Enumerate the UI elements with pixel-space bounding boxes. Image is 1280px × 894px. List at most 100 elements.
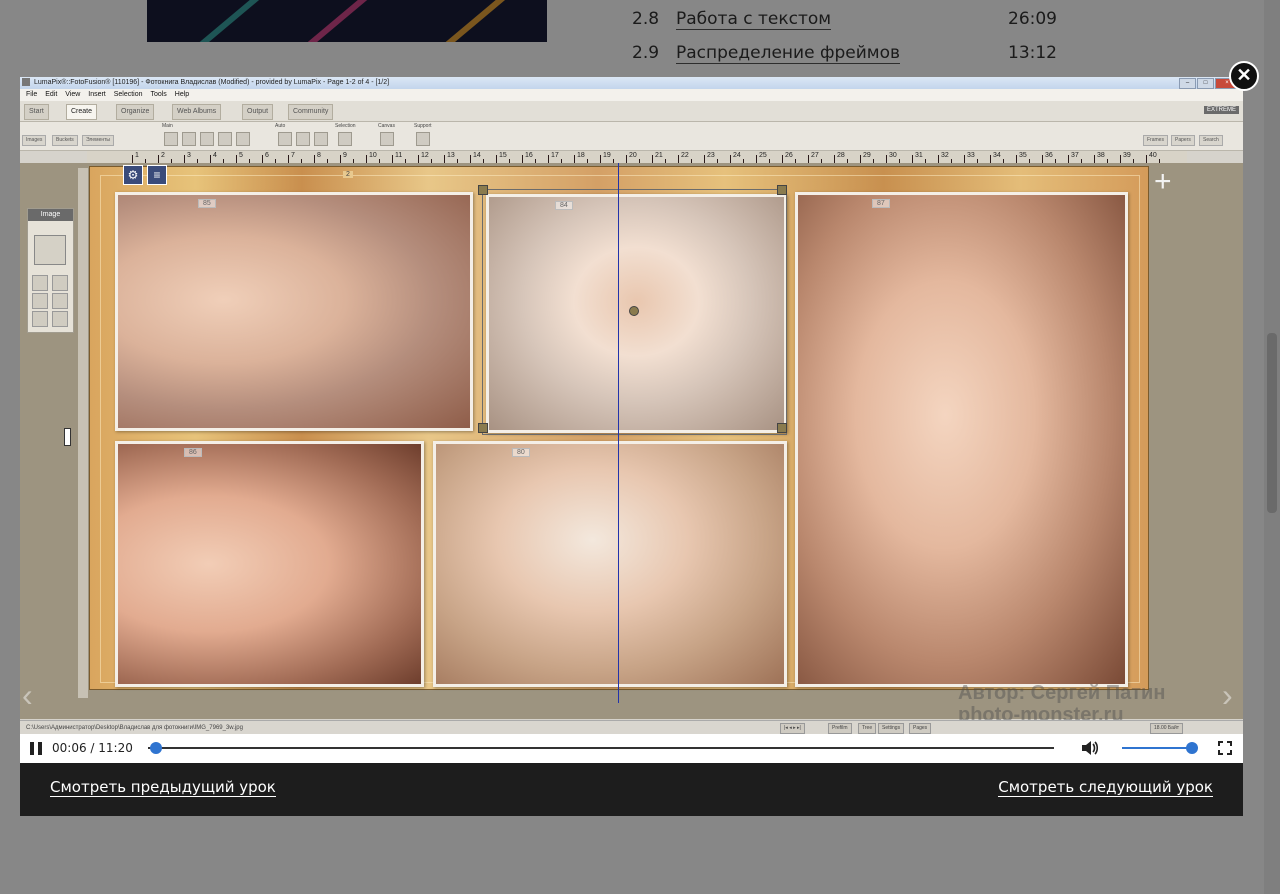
modal-footer: Смотреть предыдущий урок Смотреть следую…: [20, 763, 1243, 816]
selection-handle: [777, 185, 787, 195]
toolbar-tool-icon: [296, 132, 310, 146]
app-statusbar: C:\Users\Администратор\Desktop\Владислав…: [20, 720, 1243, 735]
next-arrow-icon[interactable]: ›: [1222, 677, 1233, 714]
center-guide-line: [618, 163, 619, 703]
ruler-tick: [600, 155, 601, 163]
ruler-tick: [990, 155, 991, 163]
volume-knob[interactable]: [1186, 742, 1198, 754]
time-display: 00:06 / 11:20: [52, 741, 133, 755]
panel-tab-frames: Frames: [1143, 135, 1168, 146]
ruler-tick: [626, 155, 627, 163]
app-tab-community: Community: [288, 104, 334, 120]
rotate-icon: [52, 275, 68, 291]
prev-arrow-icon[interactable]: ‹: [22, 677, 33, 714]
ruler-label: 13: [447, 152, 455, 159]
text-tool-icon: [32, 311, 48, 327]
status-tree: Tree: [858, 723, 877, 734]
ruler-label: 7: [291, 152, 295, 159]
ruler-tick: [730, 155, 731, 163]
ruler-tick: [366, 155, 367, 163]
ruler-tick: [158, 155, 159, 163]
add-page-icon: +: [1154, 165, 1172, 198]
ruler-tick: [210, 155, 211, 163]
ruler-label: 31: [915, 152, 923, 159]
ruler-tick: [392, 155, 393, 163]
gear-icon: ⚙: [123, 165, 143, 185]
video-frame[interactable]: LumaPix®::FotoFusion® [110196] - Фотокни…: [20, 77, 1243, 763]
ruler-tick: [834, 155, 835, 163]
current-time: 00:06: [52, 741, 87, 755]
ruler-tick: [1120, 155, 1121, 163]
photo-tag: 80: [512, 448, 530, 457]
close-icon[interactable]: ✕: [1229, 61, 1259, 91]
ruler-label: 29: [863, 152, 871, 159]
zoom-value: 18.00 Байт: [1150, 723, 1184, 734]
app-title-bar: LumaPix®::FotoFusion® [110196] - Фотокни…: [20, 77, 1243, 89]
vertical-ruler: [78, 168, 88, 698]
toolbar-group-auto: Auto: [275, 123, 286, 129]
photo-frame: 87: [795, 192, 1128, 687]
panel-tab-elements: Элементы: [82, 135, 114, 146]
ruler-label: 1: [135, 152, 139, 159]
total-time: 11:20: [98, 741, 133, 755]
ruler-label: 40: [1149, 152, 1157, 159]
ruler-label: 10: [369, 152, 377, 159]
toolbar-tool-icon: [182, 132, 196, 146]
tool-icon: [32, 293, 48, 309]
app-tab-web-albums: Web Albums: [172, 104, 222, 120]
ruler-tick: [808, 155, 809, 163]
status-nav-icons: |◂ ◂ ▸ ▸|: [780, 723, 805, 734]
maximize-icon: □: [1197, 78, 1214, 89]
status-settings: Settings: [878, 723, 905, 734]
ruler-tick: [652, 155, 653, 163]
slider-indicator: [64, 428, 71, 446]
video-modal: LumaPix®::FotoFusion® [110196] - Фотокни…: [20, 77, 1243, 816]
ruler-tick: [262, 155, 263, 163]
app-tab-output: Output: [242, 104, 274, 120]
toolbar-group-selection: Selection: [335, 123, 356, 129]
photo-frame: 85: [115, 192, 473, 431]
ruler-tick: [756, 155, 757, 163]
file-path: C:\Users\Администратор\Desktop\Владислав…: [26, 725, 243, 731]
ruler-label: 4: [213, 152, 217, 159]
ruler-label: 21: [655, 152, 663, 159]
app-tab-organize: Organize: [116, 104, 155, 120]
toolbar-tool-icon: [218, 132, 232, 146]
ruler-label: 8: [317, 152, 321, 159]
ruler-tick: [288, 155, 289, 163]
toolbar-group-support: Support: [414, 123, 432, 129]
image-preview-icon: [34, 235, 66, 265]
photo-tag: 86: [184, 448, 202, 457]
ruler-label: 15: [499, 152, 507, 159]
ruler-label: 28: [837, 152, 845, 159]
ruler-tick: [886, 155, 887, 163]
ruler-label: 39: [1123, 152, 1131, 159]
app-logo-icon: [22, 78, 30, 87]
progress-knob[interactable]: [150, 742, 163, 754]
photo-tag: 87: [872, 199, 890, 208]
menu-insert: Insert: [88, 91, 106, 98]
watermark-author: Автор: Сергей Патин: [958, 682, 1166, 704]
ruler-tick: [912, 155, 913, 163]
toolbar-group-main: Main: [162, 123, 173, 129]
ruler-label: 33: [967, 152, 975, 159]
volume-slider[interactable]: [1122, 742, 1198, 754]
next-lesson-link[interactable]: Смотреть следующий урок: [998, 778, 1213, 797]
volume-icon[interactable]: [1080, 740, 1098, 756]
ruler-tick: [782, 155, 783, 163]
video-controls: 00:06 / 11:20: [20, 734, 1243, 763]
pause-icon[interactable]: [30, 742, 42, 755]
ruler-tick: [1068, 155, 1069, 163]
ruler-tick: [1016, 155, 1017, 163]
ruler-label: 32: [941, 152, 949, 159]
fullscreen-icon[interactable]: [1218, 741, 1232, 755]
prev-lesson-link[interactable]: Смотреть предыдущий урок: [50, 778, 276, 797]
ruler-tick: [704, 155, 705, 163]
tool-icon: [32, 275, 48, 291]
ruler-label: 26: [785, 152, 793, 159]
ruler-label: 16: [525, 152, 533, 159]
ruler-label: 20: [629, 152, 637, 159]
progress-bar[interactable]: [148, 742, 1054, 754]
toolbar-tool-icon: [164, 132, 178, 146]
menu-list-icon: ≡: [147, 165, 167, 185]
